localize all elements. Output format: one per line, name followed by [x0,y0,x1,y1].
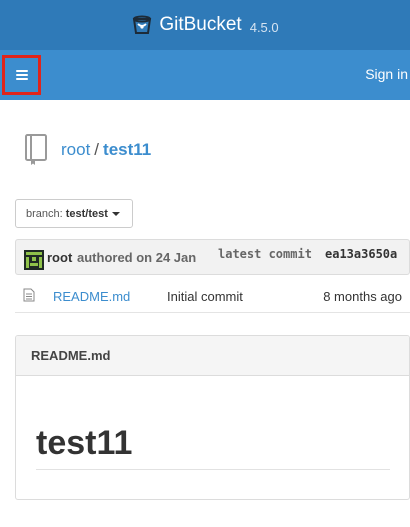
readme-title: test11 [36,424,390,470]
caret-down-icon [111,211,120,216]
nav-bar: Sign in [0,50,410,100]
commit-hash-link[interactable]: ea13a3650a [325,247,397,261]
repo-name-link[interactable]: test11 [103,140,151,160]
user-avatar-icon[interactable] [24,250,44,270]
file-commit-message[interactable]: Initial commit [167,289,243,304]
menu-toggle-button[interactable] [2,55,41,95]
brand[interactable]: GitBucket 4.5.0 [131,14,279,36]
branch-name: test/test [65,207,108,220]
branch-label: branch: [26,207,63,220]
hamburger-menu-icon [15,70,28,80]
app-version: 4.5.0 [249,19,279,35]
branch-selector-button[interactable]: branch: test/test [15,199,133,228]
top-header: GitBucket 4.5.0 [0,0,410,50]
repository-book-icon [25,134,47,165]
path-separator: / [94,140,100,159]
readme-panel: README.md test11 [15,335,410,500]
commit-meta: authored on 24 Jan [77,250,197,265]
repo-header: root / test11 [24,134,151,166]
repo-path: root / test11 [61,140,151,160]
file-text-icon [23,288,35,302]
repo-owner-link[interactable]: root [61,140,90,160]
table-row[interactable]: README.md Initial commit 8 months ago [15,279,410,313]
commit-author-link[interactable]: root [47,250,72,265]
latest-commit-bar: root authored on 24 Jan latest commit ea… [15,239,410,275]
gitbucket-logo-icon [133,15,152,34]
sign-in-link[interactable]: Sign in [365,66,408,82]
app-name: GitBucket [159,14,242,35]
readme-body: test11 [16,424,409,470]
file-name-link[interactable]: README.md [53,289,130,304]
readme-heading: README.md [16,336,409,376]
file-age: 8 months ago [323,289,402,304]
latest-commit-label: latest commit [218,247,312,261]
